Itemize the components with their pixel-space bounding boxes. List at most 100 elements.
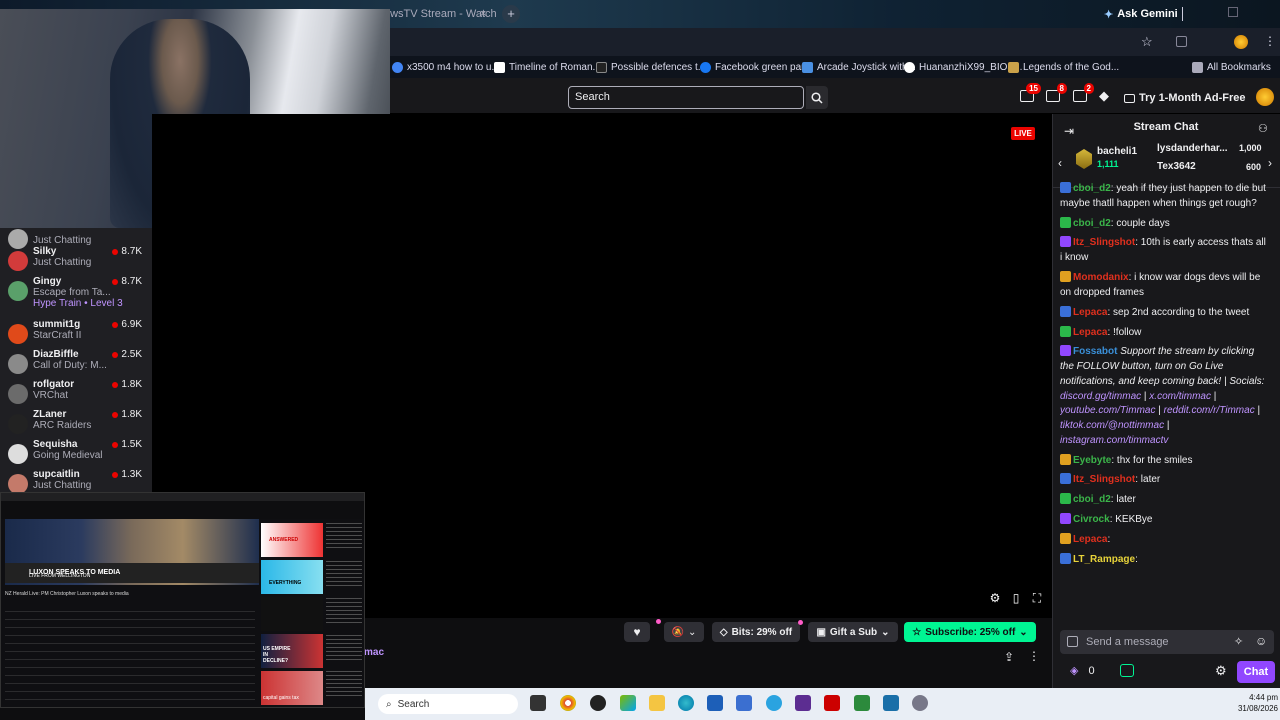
pip-thumbnail[interactable] — [261, 597, 323, 631]
chat-username[interactable]: LT_Rampage — [1073, 554, 1135, 565]
bookmark-item[interactable]: Timeline of Roman... — [494, 61, 601, 73]
bookmark-star-icon[interactable]: ☆ — [1141, 34, 1153, 50]
search-button[interactable] — [806, 86, 828, 109]
bookmark-item[interactable]: Facebook green party — [700, 61, 812, 73]
bits-crown-icon[interactable]: ◆ — [1099, 88, 1109, 104]
app-icon[interactable] — [824, 695, 840, 711]
bits-button[interactable]: ◇ Bits: 29% off — [712, 622, 800, 642]
chevron-left-icon[interactable]: ‹ — [1058, 156, 1062, 170]
chat-settings-gear-icon[interactable]: ⚙ — [1215, 663, 1227, 679]
chat-username[interactable]: Fossabot — [1073, 346, 1117, 357]
tab-close-icon[interactable]: × — [480, 8, 492, 20]
chat-username[interactable]: Lepaca — [1073, 327, 1107, 338]
file-explorer-icon[interactable] — [649, 695, 665, 711]
sidebar-channel-item[interactable]: Sequisha Going Medieval 1.5K — [0, 439, 152, 469]
chat-username[interactable]: Momodanix — [1073, 272, 1129, 283]
sidebar-channel-item[interactable]: ZLaner ARC Raiders 1.8K — [0, 409, 152, 439]
app-icon[interactable] — [736, 695, 752, 711]
chat-username[interactable]: cboi_d2 — [1073, 494, 1111, 505]
task-view-icon[interactable] — [530, 695, 546, 711]
emote-picker-icon[interactable]: ✧ — [1234, 635, 1243, 648]
chat-message-list: cboi_d2: yeah if they just happen to die… — [1060, 182, 1270, 622]
sidebar-channel-item[interactable]: Silky Just Chatting 8.7K — [0, 246, 152, 276]
picture-in-picture-window[interactable]: LUXON SPEAKS TO MEDIA LIVE FROM WELLINGT… — [0, 492, 365, 708]
profile-avatar-icon[interactable] — [1234, 35, 1248, 49]
bookmark-item[interactable]: Arcade Joystick with... — [802, 61, 916, 73]
sidebar-channel-item[interactable]: DiazBiffle Call of Duty: M... 2.5K — [0, 349, 152, 379]
notification-toggle-button[interactable]: 🔕 ⌄ — [664, 622, 704, 642]
chat-link[interactable]: tiktok.com/@nottimmac — [1060, 420, 1164, 431]
leader-3-name[interactable]: Tex3642 — [1157, 161, 1196, 172]
chat-username[interactable]: Lepaca — [1073, 534, 1107, 545]
search-input[interactable]: Search — [568, 86, 804, 109]
bookmark-item[interactable]: Possible defences t... — [596, 61, 706, 73]
app-icon[interactable] — [883, 695, 899, 711]
bookmark-item[interactable]: Legends of the God... — [1008, 61, 1119, 73]
app-icon[interactable] — [854, 695, 870, 711]
theatre-mode-icon[interactable]: ▯ — [1009, 591, 1023, 605]
sidebar-channel-item[interactable]: Gingy Escape from Ta... Hype Train • Level… — [0, 276, 152, 309]
chat-link[interactable]: x.com/timmac — [1149, 391, 1211, 402]
maximize-icon[interactable] — [1228, 7, 1238, 17]
extensions-icon[interactable] — [1176, 36, 1187, 47]
chat-username[interactable]: Lepaca — [1073, 307, 1107, 318]
community-icon[interactable]: ⚇ — [1258, 122, 1268, 135]
pip-tabbar — [1, 493, 364, 501]
chat-username[interactable]: cboi_d2 — [1073, 183, 1111, 194]
chat-rewards-icon[interactable] — [1067, 636, 1078, 647]
chat-link[interactable]: youtube.com/Timmac — [1060, 405, 1156, 416]
fullscreen-icon[interactable]: ⛶ — [1030, 591, 1044, 605]
pip-thumbnail[interactable]: capital gains tax — [261, 671, 323, 705]
settings-gear-icon[interactable] — [912, 695, 928, 711]
chat-badge-icon — [1060, 271, 1071, 283]
pip-thumbnail[interactable]: EVERYTHING — [261, 560, 323, 594]
user-avatar[interactable] — [1256, 88, 1274, 106]
sidebar-channel-item[interactable]: roflgator VRChat 1.8K — [0, 379, 152, 409]
whispers-icon[interactable]: 2 — [1073, 83, 1094, 102]
store-icon[interactable] — [620, 695, 636, 711]
sidebar-channel-item[interactable]: summit1g StarCraft II 6.9K — [0, 319, 152, 349]
chrome-icon[interactable] — [560, 695, 576, 711]
ad-free-button[interactable]: Try 1-Month Ad-Free — [1124, 89, 1246, 107]
app-icon[interactable] — [795, 695, 811, 711]
system-clock[interactable]: 4:44 pm 31/08/2026 — [1222, 692, 1278, 714]
chat-username[interactable]: cboi_d2 — [1073, 218, 1111, 229]
chat-message: Lepaca: — [1060, 533, 1270, 548]
chat-link[interactable]: discord.gg/timmac — [1060, 391, 1141, 402]
notifications-icon[interactable]: 15 — [1020, 83, 1041, 102]
chat-link[interactable]: instagram.com/timmactv — [1060, 435, 1168, 446]
emoji-icon[interactable]: ☺ — [1255, 634, 1267, 648]
leader-1-name[interactable]: bacheli1 — [1097, 146, 1137, 157]
prediction-icon[interactable] — [1120, 664, 1134, 677]
subscribe-button[interactable]: ☆ Subscribe: 25% off ⌄ — [904, 622, 1036, 642]
chat-username[interactable]: Eyebyte — [1073, 455, 1111, 466]
new-tab-icon[interactable]: + — [502, 5, 520, 23]
chat-link[interactable]: reddit.com/r/Timmac — [1164, 405, 1255, 416]
bookmark-item[interactable]: x3500 m4 how to u... — [392, 61, 500, 73]
channel-points[interactable]: ◈ 0 — [1070, 664, 1095, 678]
all-bookmarks-button[interactable]: All Bookmarks — [1192, 61, 1271, 73]
follow-button[interactable]: ♥ — [624, 622, 650, 642]
browser-menu-icon[interactable]: ⋮ — [1264, 34, 1276, 48]
inbox-icon[interactable]: 8 — [1046, 83, 1067, 102]
bookmark-item[interactable]: HuananzhiX99_BIOS... — [904, 61, 1022, 73]
chat-username[interactable]: Itz_Slingshot — [1073, 474, 1135, 485]
leader-2-name[interactable]: lysdanderhar... — [1157, 143, 1228, 154]
gift-sub-button[interactable]: ▣ Gift a Sub ⌄ — [808, 622, 898, 642]
pip-thumbnail[interactable]: ANSWERED — [261, 523, 323, 557]
pip-thumbnail[interactable]: US EMPIRE IN DECLINE? — [261, 634, 323, 668]
more-options-icon[interactable]: ⋮ — [1028, 649, 1040, 663]
obs-icon[interactable] — [590, 695, 606, 711]
outlook-icon[interactable] — [707, 695, 723, 711]
edge-icon[interactable] — [678, 695, 694, 711]
chat-send-button[interactable]: Chat — [1237, 661, 1275, 683]
channel-name[interactable]: mac — [364, 647, 384, 658]
chevron-right-icon[interactable]: › — [1268, 156, 1272, 170]
telegram-icon[interactable] — [766, 695, 782, 711]
chat-username[interactable]: Civrock — [1073, 514, 1110, 525]
settings-gear-icon[interactable]: ⚙ — [988, 591, 1002, 605]
ask-gemini-button[interactable]: ✦ Ask Gemini — [1104, 5, 1178, 23]
taskbar-search-input[interactable]: ⌕ Search — [378, 694, 518, 714]
share-icon[interactable]: ⇪ — [1004, 650, 1014, 664]
chat-username[interactable]: Itz_Slingshot — [1073, 237, 1135, 248]
